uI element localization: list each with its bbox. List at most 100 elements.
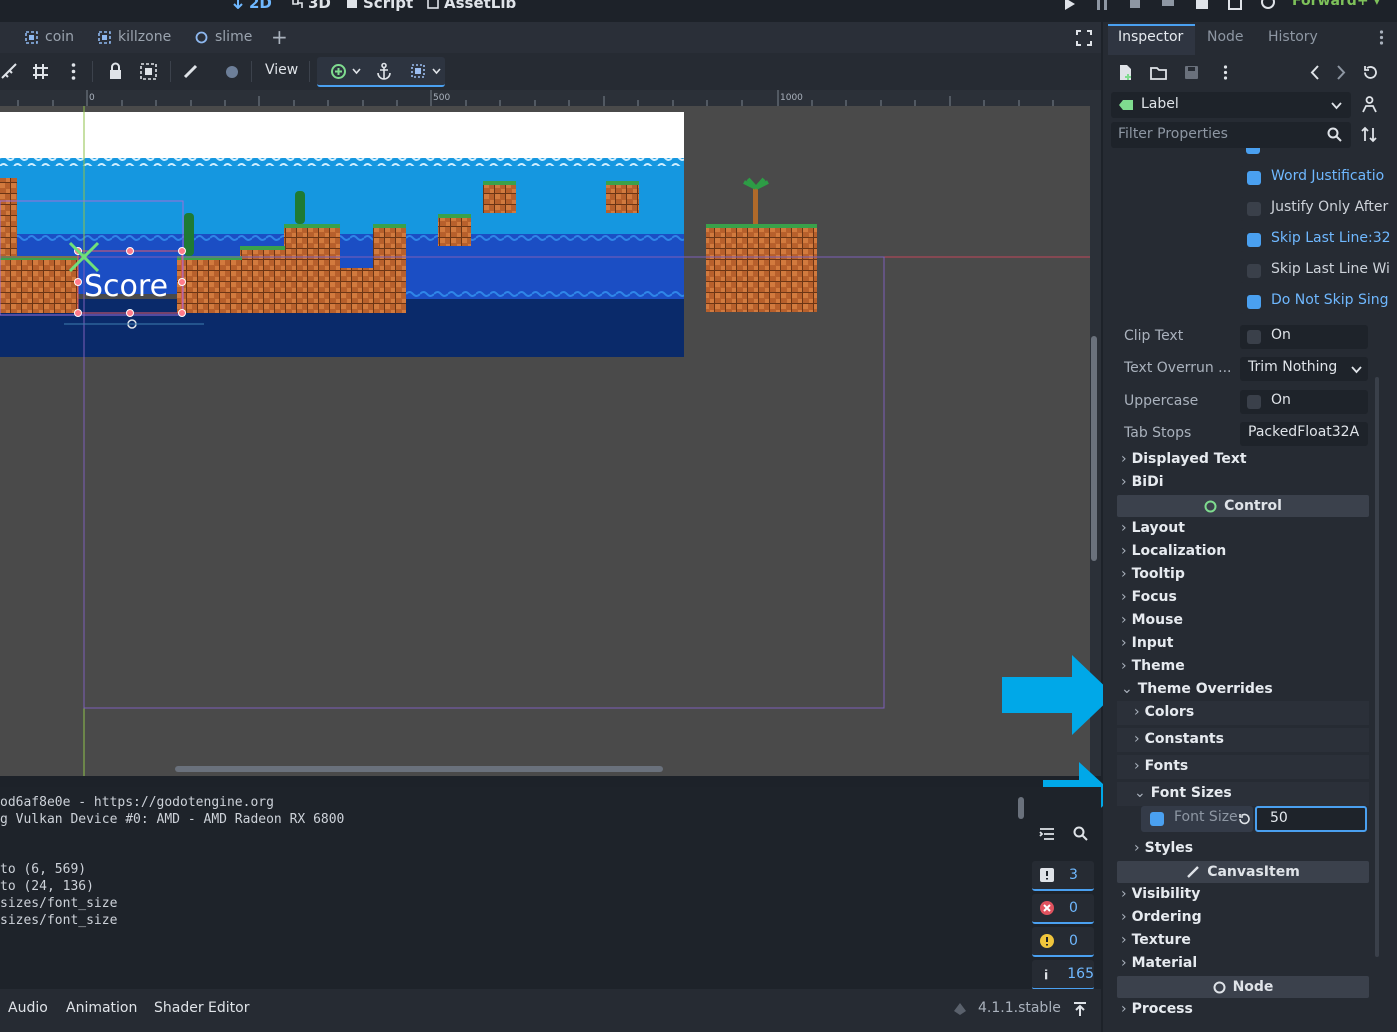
log-line: to (24, 136) (0, 879, 94, 894)
group-displayed-text[interactable]: Displayed Text (1121, 451, 1247, 467)
score-label[interactable]: Score (84, 269, 168, 304)
new-resource-icon[interactable] (1117, 64, 1134, 81)
distraction-free-icon[interactable] (1076, 30, 1092, 46)
filter-errors[interactable]: 0 (1032, 894, 1094, 924)
filter-other[interactable]: 165 (1032, 960, 1094, 990)
lock-icon[interactable] (106, 62, 125, 81)
log-line: od6af8e0e - https://godotengine.org (0, 795, 274, 810)
group-font-sizes[interactable]: Font Sizes (1134, 785, 1232, 801)
group-input[interactable]: Input (1121, 635, 1174, 651)
group-tooltip[interactable]: Tooltip (1121, 566, 1185, 582)
view-menu[interactable]: View (265, 62, 298, 78)
tab-history[interactable]: History (1268, 29, 1318, 45)
filter-warnings[interactable]: 0 (1032, 927, 1094, 957)
group-focus[interactable]: Focus (1121, 589, 1177, 605)
group-colors[interactable]: Colors (1134, 704, 1195, 720)
font-size-override-row[interactable]: Font Size (1141, 806, 1253, 832)
workspace-2d-button[interactable]: 2D (232, 0, 272, 12)
renderer-selector[interactable]: Forward+ ▾ (1292, 0, 1380, 9)
tab-coin[interactable]: coin (24, 29, 74, 45)
back-icon[interactable] (1307, 64, 1324, 81)
group-process[interactable]: Process (1121, 1001, 1193, 1017)
group-icon[interactable] (139, 62, 158, 81)
bone-icon[interactable] (181, 62, 200, 81)
group-material[interactable]: Material (1121, 955, 1198, 971)
group-texture[interactable]: Texture (1121, 932, 1191, 948)
particles-icon[interactable] (222, 62, 241, 81)
snap-toggle-icon[interactable] (330, 63, 347, 80)
save-icon[interactable] (1183, 64, 1200, 81)
workspace-3d-button[interactable]: 3D (291, 0, 331, 12)
uppercase-toggle[interactable]: On (1240, 390, 1368, 414)
group-theme[interactable]: Theme (1121, 658, 1185, 674)
checkbox-checked[interactable] (1150, 812, 1164, 826)
vertical-scrollbar-thumb[interactable] (1091, 336, 1097, 561)
movie-maker-icon[interactable] (1259, 0, 1277, 13)
remote-debug-icon[interactable] (1159, 0, 1177, 13)
inspector-scrollbar[interactable] (1375, 377, 1379, 957)
tab-slime[interactable]: slime (194, 29, 252, 45)
group-localization[interactable]: Localization (1121, 543, 1227, 559)
flag-justify-only-after[interactable]: Justify Only After (1240, 197, 1388, 221)
play-icon[interactable] (1060, 0, 1078, 13)
tab-inspector[interactable]: Inspector (1118, 29, 1183, 45)
clip-text-toggle[interactable]: On (1240, 325, 1368, 349)
smart-snap-icon[interactable] (410, 63, 426, 79)
object-properties-icon[interactable] (1361, 96, 1378, 113)
collapse-icon[interactable] (1039, 827, 1055, 841)
font-size-input[interactable]: 50 (1255, 806, 1367, 832)
group-bidi[interactable]: BiDi (1121, 474, 1164, 490)
annotation-arrow-icon (1002, 655, 1114, 735)
text-overrun-dropdown[interactable]: Trim Nothing (1240, 357, 1368, 381)
group-layout[interactable]: Layout (1121, 520, 1185, 536)
stop-icon[interactable] (1126, 0, 1144, 13)
sort-icon[interactable] (1361, 126, 1378, 143)
group-ordering[interactable]: Ordering (1121, 909, 1202, 925)
more-options-icon[interactable] (1217, 64, 1234, 81)
canvas-viewport[interactable]: Score (0, 106, 1090, 776)
tab-shader-editor[interactable]: Shader Editor (154, 1000, 249, 1016)
flag-skip-last-line[interactable]: Skip Last Line:32 (1240, 228, 1391, 252)
flag-do-not-skip-single[interactable]: Do Not Skip Sing (1240, 290, 1389, 314)
flag-word-justification[interactable]: Word Justificatio (1240, 166, 1384, 190)
more-options-icon[interactable] (1373, 29, 1390, 46)
output-scrollbar-thumb[interactable] (1018, 797, 1024, 819)
horizontal-scrollbar-thumb[interactable] (175, 766, 663, 772)
group-theme-overrides[interactable]: Theme Overrides (1121, 681, 1273, 697)
tab-animation[interactable]: Animation (66, 1000, 137, 1016)
tab-audio[interactable]: Audio (8, 1000, 48, 1016)
revert-icon[interactable] (1237, 812, 1251, 826)
group-constants[interactable]: Constants (1134, 731, 1224, 747)
object-selector[interactable]: Label (1111, 92, 1351, 118)
group-fonts[interactable]: Fonts (1134, 758, 1189, 774)
filter-messages[interactable]: 3 (1032, 861, 1094, 891)
anchor-icon[interactable] (375, 62, 393, 80)
pause-icon[interactable] (1093, 0, 1111, 13)
tab-node[interactable]: Node (1207, 29, 1244, 45)
grid-snap-icon[interactable] (31, 62, 50, 81)
search-icon[interactable] (1073, 826, 1088, 841)
group-visibility[interactable]: Visibility (1121, 886, 1201, 902)
play-scene-icon[interactable] (1193, 0, 1211, 13)
play-custom-scene-icon[interactable] (1226, 0, 1244, 13)
error-icon (1040, 901, 1054, 915)
chevron-down-icon[interactable] (352, 67, 361, 76)
group-styles[interactable]: Styles (1134, 840, 1194, 856)
group-mouse[interactable]: Mouse (1121, 612, 1183, 628)
output-log[interactable]: od6af8e0e - https://godotengine.org g Vu… (0, 787, 1028, 989)
forward-icon[interactable] (1332, 64, 1349, 81)
expand-panel-icon[interactable] (1072, 1001, 1088, 1017)
tab-stops-value[interactable]: PackedFloat32A (1240, 422, 1368, 446)
filter-properties-input[interactable]: Filter Properties (1111, 122, 1351, 148)
flag-skip-last-line-wi[interactable]: Skip Last Line Wi (1240, 259, 1390, 283)
workspace-script-button[interactable]: Script (346, 0, 413, 12)
more-options-icon[interactable] (64, 62, 83, 81)
chevron-down-icon[interactable] (432, 67, 441, 76)
horizontal-ruler[interactable]: 0 500 1000 (0, 90, 1101, 106)
add-tab-button[interactable]: + (271, 25, 288, 49)
ruler-tool-icon[interactable] (0, 62, 19, 81)
open-folder-icon[interactable] (1150, 64, 1167, 81)
tab-killzone[interactable]: killzone (97, 29, 171, 45)
history-icon[interactable] (1362, 64, 1379, 81)
workspace-assetlib-button[interactable]: AssetLib (427, 0, 516, 12)
